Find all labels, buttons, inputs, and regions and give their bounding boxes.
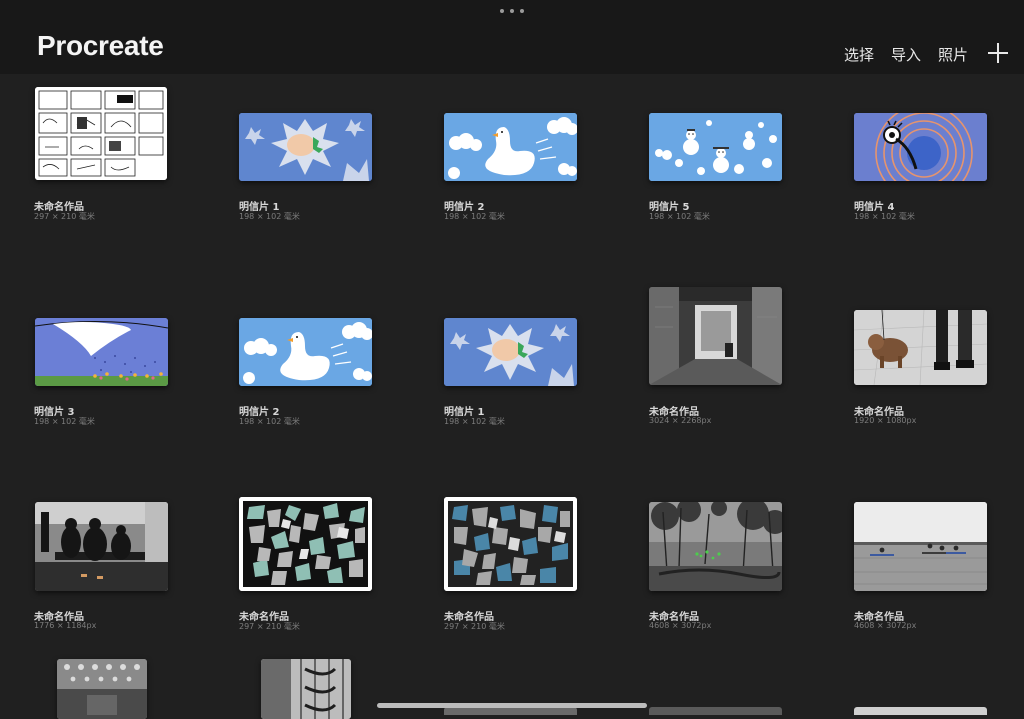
import-button[interactable]: 导入: [891, 44, 921, 65]
artwork-size: 198 × 102 毫米: [444, 417, 505, 426]
artwork-size: 198 × 102 毫米: [34, 417, 95, 426]
artwork-thumbnail[interactable]: [35, 87, 167, 180]
artwork-size: 198 × 102 毫米: [239, 417, 300, 426]
artwork-thumbnail[interactable]: [649, 707, 782, 715]
plus-icon[interactable]: [988, 43, 1008, 63]
artwork-thumbnail[interactable]: [35, 318, 168, 386]
artwork-thumbnail[interactable]: [649, 113, 782, 181]
artwork-size: 198 × 102 毫米: [854, 212, 915, 221]
artwork-thumbnail[interactable]: [854, 502, 987, 591]
artwork-size: 297 × 210 毫米: [34, 212, 95, 221]
artwork-thumbnail[interactable]: [444, 318, 577, 386]
artwork-thumbnail[interactable]: [57, 659, 147, 719]
artwork-size: 4608 × 3072px: [854, 621, 917, 630]
app-title: Procreate: [37, 30, 164, 61]
artwork-thumbnail[interactable]: [35, 502, 168, 591]
artwork-size: 4608 × 3072px: [649, 621, 712, 630]
artwork-thumbnail[interactable]: [239, 497, 372, 591]
artwork-size: 198 × 102 毫米: [444, 212, 505, 221]
artwork-thumbnail[interactable]: [239, 318, 372, 386]
artwork-size: 198 × 102 毫米: [649, 212, 710, 221]
artwork-thumbnail[interactable]: [649, 287, 782, 385]
artwork-size: 297 × 210 毫米: [239, 622, 300, 631]
artwork-size: 1920 × 1080px: [854, 416, 917, 425]
home-indicator[interactable]: [377, 703, 647, 708]
multitasking-dots-icon[interactable]: [500, 5, 524, 17]
artwork-thumbnail[interactable]: [444, 497, 577, 591]
select-button[interactable]: 选择: [844, 44, 874, 65]
artwork-thumbnail[interactable]: [444, 707, 577, 715]
top-bar: Procreate 选择 导入 照片: [0, 0, 1024, 74]
artwork-thumbnail[interactable]: [854, 113, 987, 181]
artwork-thumbnail[interactable]: [649, 502, 782, 591]
artwork-thumbnail[interactable]: [261, 659, 351, 719]
photos-button[interactable]: 照片: [938, 44, 968, 65]
artwork-thumbnail[interactable]: [854, 310, 987, 385]
artwork-size: 198 × 102 毫米: [239, 212, 300, 221]
artwork-size: 3024 × 2268px: [649, 416, 712, 425]
header-actions: 选择 导入 照片: [844, 44, 968, 65]
artwork-gallery: 未命名作品 297 × 210 毫米 明信片 1 198 × 102 毫米 明信…: [0, 74, 1024, 719]
artwork-thumbnail[interactable]: [239, 113, 372, 181]
artwork-thumbnail[interactable]: [854, 707, 987, 715]
artwork-size: 297 × 210 毫米: [444, 622, 505, 631]
artwork-thumbnail[interactable]: [444, 113, 577, 181]
artwork-size: 1776 × 1184px: [34, 621, 97, 630]
